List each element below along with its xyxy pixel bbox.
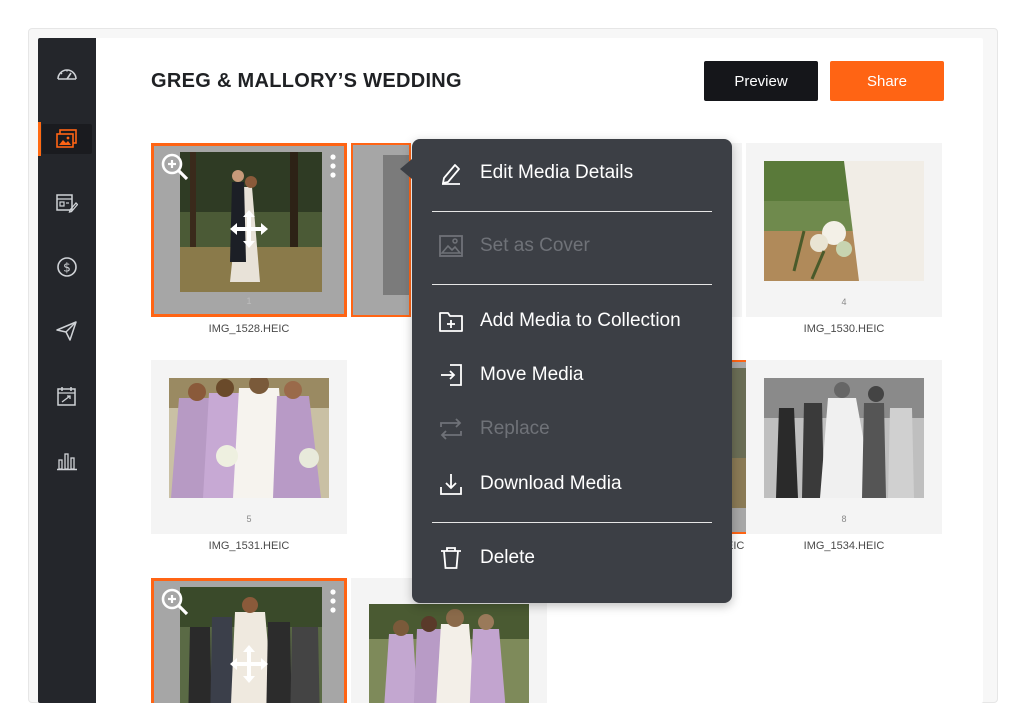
sidebar-item-dashboard[interactable] [38,57,96,91]
app-window: $ GREG & MALLORY’S WEDDING Preview Share [38,38,983,703]
menu-item-label: Replace [480,418,550,439]
media-card-8[interactable]: 8 [746,360,942,534]
menu-divider [432,211,712,212]
menu-item-label: Add Media to Collection [480,310,681,331]
sidebar-item-reports[interactable] [38,444,96,478]
media-filename: IMG_1530.HEIC [803,323,885,335]
edit-document-icon [56,194,78,213]
drag-move-icon[interactable] [228,643,270,685]
media-filename: IMG_1534.HEIC [803,540,885,552]
calendar-icon [57,387,76,406]
media-number: 1 [246,296,252,306]
media-number: 8 [841,514,847,524]
gallery-photos-icon [56,129,77,148]
image-icon [439,235,463,257]
zoom-in-icon[interactable] [160,152,190,182]
media-number: 5 [246,514,252,524]
pencil-icon [442,164,460,185]
media-filename: IMG_1528.HEIC [208,323,290,335]
dashboard-gauge-icon [57,69,77,80]
more-options-icon[interactable] [330,589,336,613]
sidebar-item-galleries[interactable] [38,122,96,156]
media-context-menu: Edit Media Details Set as Cover Add Medi… [400,139,732,603]
menu-item-label: Move Media [480,364,584,385]
page-title: GREG & MALLORY’S WEDDING [151,70,462,92]
svg-text:$: $ [63,261,71,275]
send-icon [56,321,77,341]
photo-thumbnail [369,604,529,703]
menu-item-delete[interactable]: Delete [438,543,535,573]
more-options-icon[interactable] [330,154,336,178]
media-card-5[interactable]: 5 [151,360,347,534]
menu-item-label: Set as Cover [480,235,590,256]
sidebar-item-invoices[interactable]: $ [38,250,96,284]
menu-item-replace[interactable]: Replace [438,414,550,444]
menu-item-move-media[interactable]: Move Media [438,360,584,390]
menu-item-label: Download Media [480,473,622,494]
main-content: GREG & MALLORY’S WEDDING Preview Share 1… [96,38,983,703]
menu-item-add-media-to-collection[interactable]: Add Media to Collection [438,306,681,336]
sidebar-item-calendar[interactable] [38,379,96,413]
menu-item-download-media[interactable]: Download Media [438,469,622,499]
bar-chart-icon [57,453,77,471]
photo-thumbnail [764,161,924,281]
menu-item-label: Edit Media Details [480,162,634,183]
sidebar: $ [38,38,96,703]
media-card-4[interactable]: 4 [746,143,942,317]
drag-move-icon[interactable] [228,208,270,250]
photo-thumbnail [169,378,329,498]
menu-divider [432,284,712,285]
menu-item-set-as-cover[interactable]: Set as Cover [438,231,590,261]
move-in-icon [441,364,462,386]
media-filename: IMG_1531.HEIC [208,540,290,552]
download-icon [440,474,462,495]
share-button[interactable]: Share [830,61,944,101]
menu-divider [432,522,712,523]
media-number: 4 [841,297,847,307]
preview-button[interactable]: Preview [704,61,818,101]
sidebar-item-forms[interactable] [38,186,96,220]
photo-thumbnail [764,378,924,498]
menu-item-edit-media-details[interactable]: Edit Media Details [438,158,633,188]
zoom-in-icon[interactable] [160,587,190,617]
dollar-icon: $ [57,257,77,277]
sidebar-item-send[interactable] [38,314,96,348]
trash-icon [441,547,461,569]
folder-add-icon [439,312,463,332]
replace-arrows-icon [440,418,462,440]
menu-item-label: Delete [480,547,535,568]
media-card-9[interactable] [151,578,347,703]
media-card-1[interactable]: 1 [151,143,347,317]
